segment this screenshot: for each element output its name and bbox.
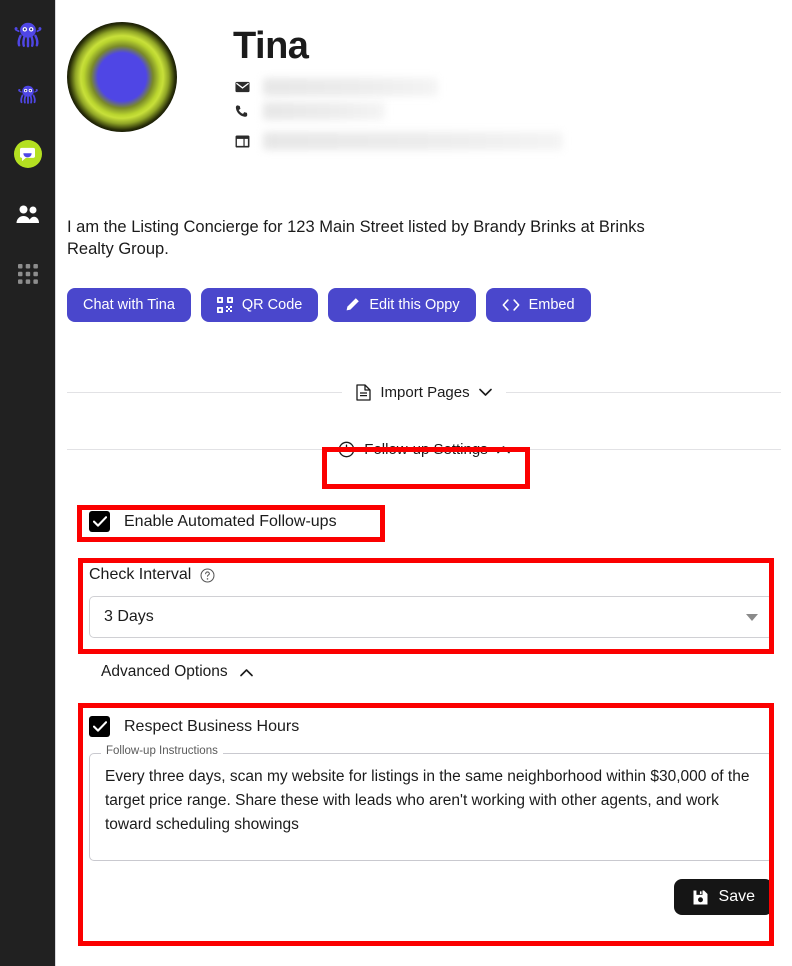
chat-with-tina-button[interactable]: Chat with Tina xyxy=(67,288,191,322)
profile-details: Tina xyxy=(233,22,563,154)
save-button[interactable]: Save xyxy=(673,879,773,915)
sidebar-item-octopus-logo[interactable] xyxy=(0,10,56,58)
apps-grid-icon xyxy=(17,264,38,284)
advanced-options-label: Advanced Options xyxy=(101,663,228,680)
respect-business-hours-checkbox[interactable] xyxy=(89,716,110,737)
divider-left-2 xyxy=(67,449,325,450)
people-icon xyxy=(16,205,39,223)
embed-label: Embed xyxy=(528,297,575,313)
help-circle-icon[interactable] xyxy=(200,568,215,583)
email-value-redacted xyxy=(263,78,438,96)
divider-left xyxy=(67,392,343,393)
import-pages-toggle[interactable]: Import Pages xyxy=(342,384,505,401)
profile-header: Tina xyxy=(56,0,792,154)
enable-followups-row[interactable]: Enable Automated Follow-ups xyxy=(89,511,337,532)
check-interval-select[interactable]: 3 Days xyxy=(89,596,773,638)
embed-button[interactable]: Embed xyxy=(485,288,591,322)
followup-settings-toggle[interactable]: Follow-up Settings xyxy=(324,441,523,458)
octopus-logo-icon xyxy=(14,22,41,48)
avatar xyxy=(67,22,177,132)
checkmark-icon xyxy=(92,516,107,527)
save-disk-icon xyxy=(693,890,708,904)
address-value-redacted xyxy=(263,132,563,150)
phone-icon xyxy=(233,104,251,118)
chevron-up-icon-advanced xyxy=(239,668,253,676)
chat-bubble-icon xyxy=(13,140,42,168)
action-buttons: Chat with Tina QR Code Edit this Oppy Em… xyxy=(67,288,792,322)
divider-right xyxy=(505,392,781,393)
qr-code-button[interactable]: QR Code xyxy=(200,288,319,322)
sidebar xyxy=(0,0,56,966)
chat-with-tina-label: Chat with Tina xyxy=(83,297,175,313)
edit-oppy-button[interactable]: Edit this Oppy xyxy=(328,288,476,322)
profile-description: I am the Listing Concierge for 123 Main … xyxy=(67,218,645,258)
pencil-icon xyxy=(346,298,360,311)
followup-instructions-textarea[interactable]: Every three days, scan my website for li… xyxy=(89,753,773,861)
advanced-options-panel: Respect Business Hours Follow-up Instruc… xyxy=(89,716,773,915)
chevron-down-icon xyxy=(478,388,492,396)
checkmark-icon-2 xyxy=(92,721,107,732)
qr-code-icon xyxy=(216,297,233,313)
save-label: Save xyxy=(718,888,755,905)
sidebar-item-contacts[interactable] xyxy=(0,190,56,238)
advanced-options-toggle[interactable]: Advanced Options xyxy=(101,663,253,681)
sidebar-item-chat-active[interactable] xyxy=(0,130,56,178)
check-interval-label: Check Interval xyxy=(89,566,192,583)
followup-instructions-group: Follow-up Instructions Every three days,… xyxy=(89,745,773,861)
main-content: Tina I am the Listing Concierge for 123 … xyxy=(56,0,792,966)
contact-address-row xyxy=(233,130,563,152)
qr-code-label: QR Code xyxy=(241,297,303,313)
document-icon xyxy=(356,384,372,401)
envelope-icon xyxy=(233,81,251,93)
enable-followups-label: Enable Automated Follow-ups xyxy=(124,512,337,530)
check-interval-group: Check Interval 3 Days xyxy=(89,566,773,638)
page-title: Tina xyxy=(233,25,309,67)
contact-email-row xyxy=(233,76,563,98)
contact-phone-row xyxy=(233,100,563,122)
followup-settings-section: Follow-up Settings xyxy=(67,441,781,458)
check-interval-value: 3 Days xyxy=(104,608,154,625)
dropdown-caret-icon xyxy=(746,613,758,621)
followup-settings-label: Follow-up Settings xyxy=(364,441,488,458)
sidebar-item-octopus-nav[interactable] xyxy=(0,70,56,118)
phone-value-redacted xyxy=(263,102,385,120)
import-pages-section: Import Pages xyxy=(67,384,781,401)
app-root: Tina I am the Listing Concierge for 123 … xyxy=(0,0,792,966)
import-pages-label: Import Pages xyxy=(380,384,470,401)
respect-business-hours-label: Respect Business Hours xyxy=(124,717,300,735)
enable-followups-checkbox[interactable] xyxy=(89,511,110,532)
sidebar-item-apps-grid[interactable] xyxy=(0,250,56,298)
save-row: Save xyxy=(89,879,773,915)
divider-right-2 xyxy=(523,449,781,450)
followup-instructions-legend: Follow-up Instructions xyxy=(101,745,223,757)
octopus-nav-icon xyxy=(17,85,38,104)
clock-icon xyxy=(338,441,355,458)
respect-business-hours-row[interactable]: Respect Business Hours xyxy=(89,716,773,737)
edit-oppy-label: Edit this Oppy xyxy=(369,297,460,313)
contact-list xyxy=(233,76,563,152)
chevron-up-icon xyxy=(496,446,510,454)
check-interval-label-row: Check Interval xyxy=(89,566,773,584)
chat-bubble-glyph xyxy=(20,147,35,161)
window-icon xyxy=(233,134,251,148)
code-brackets-icon xyxy=(502,299,520,311)
